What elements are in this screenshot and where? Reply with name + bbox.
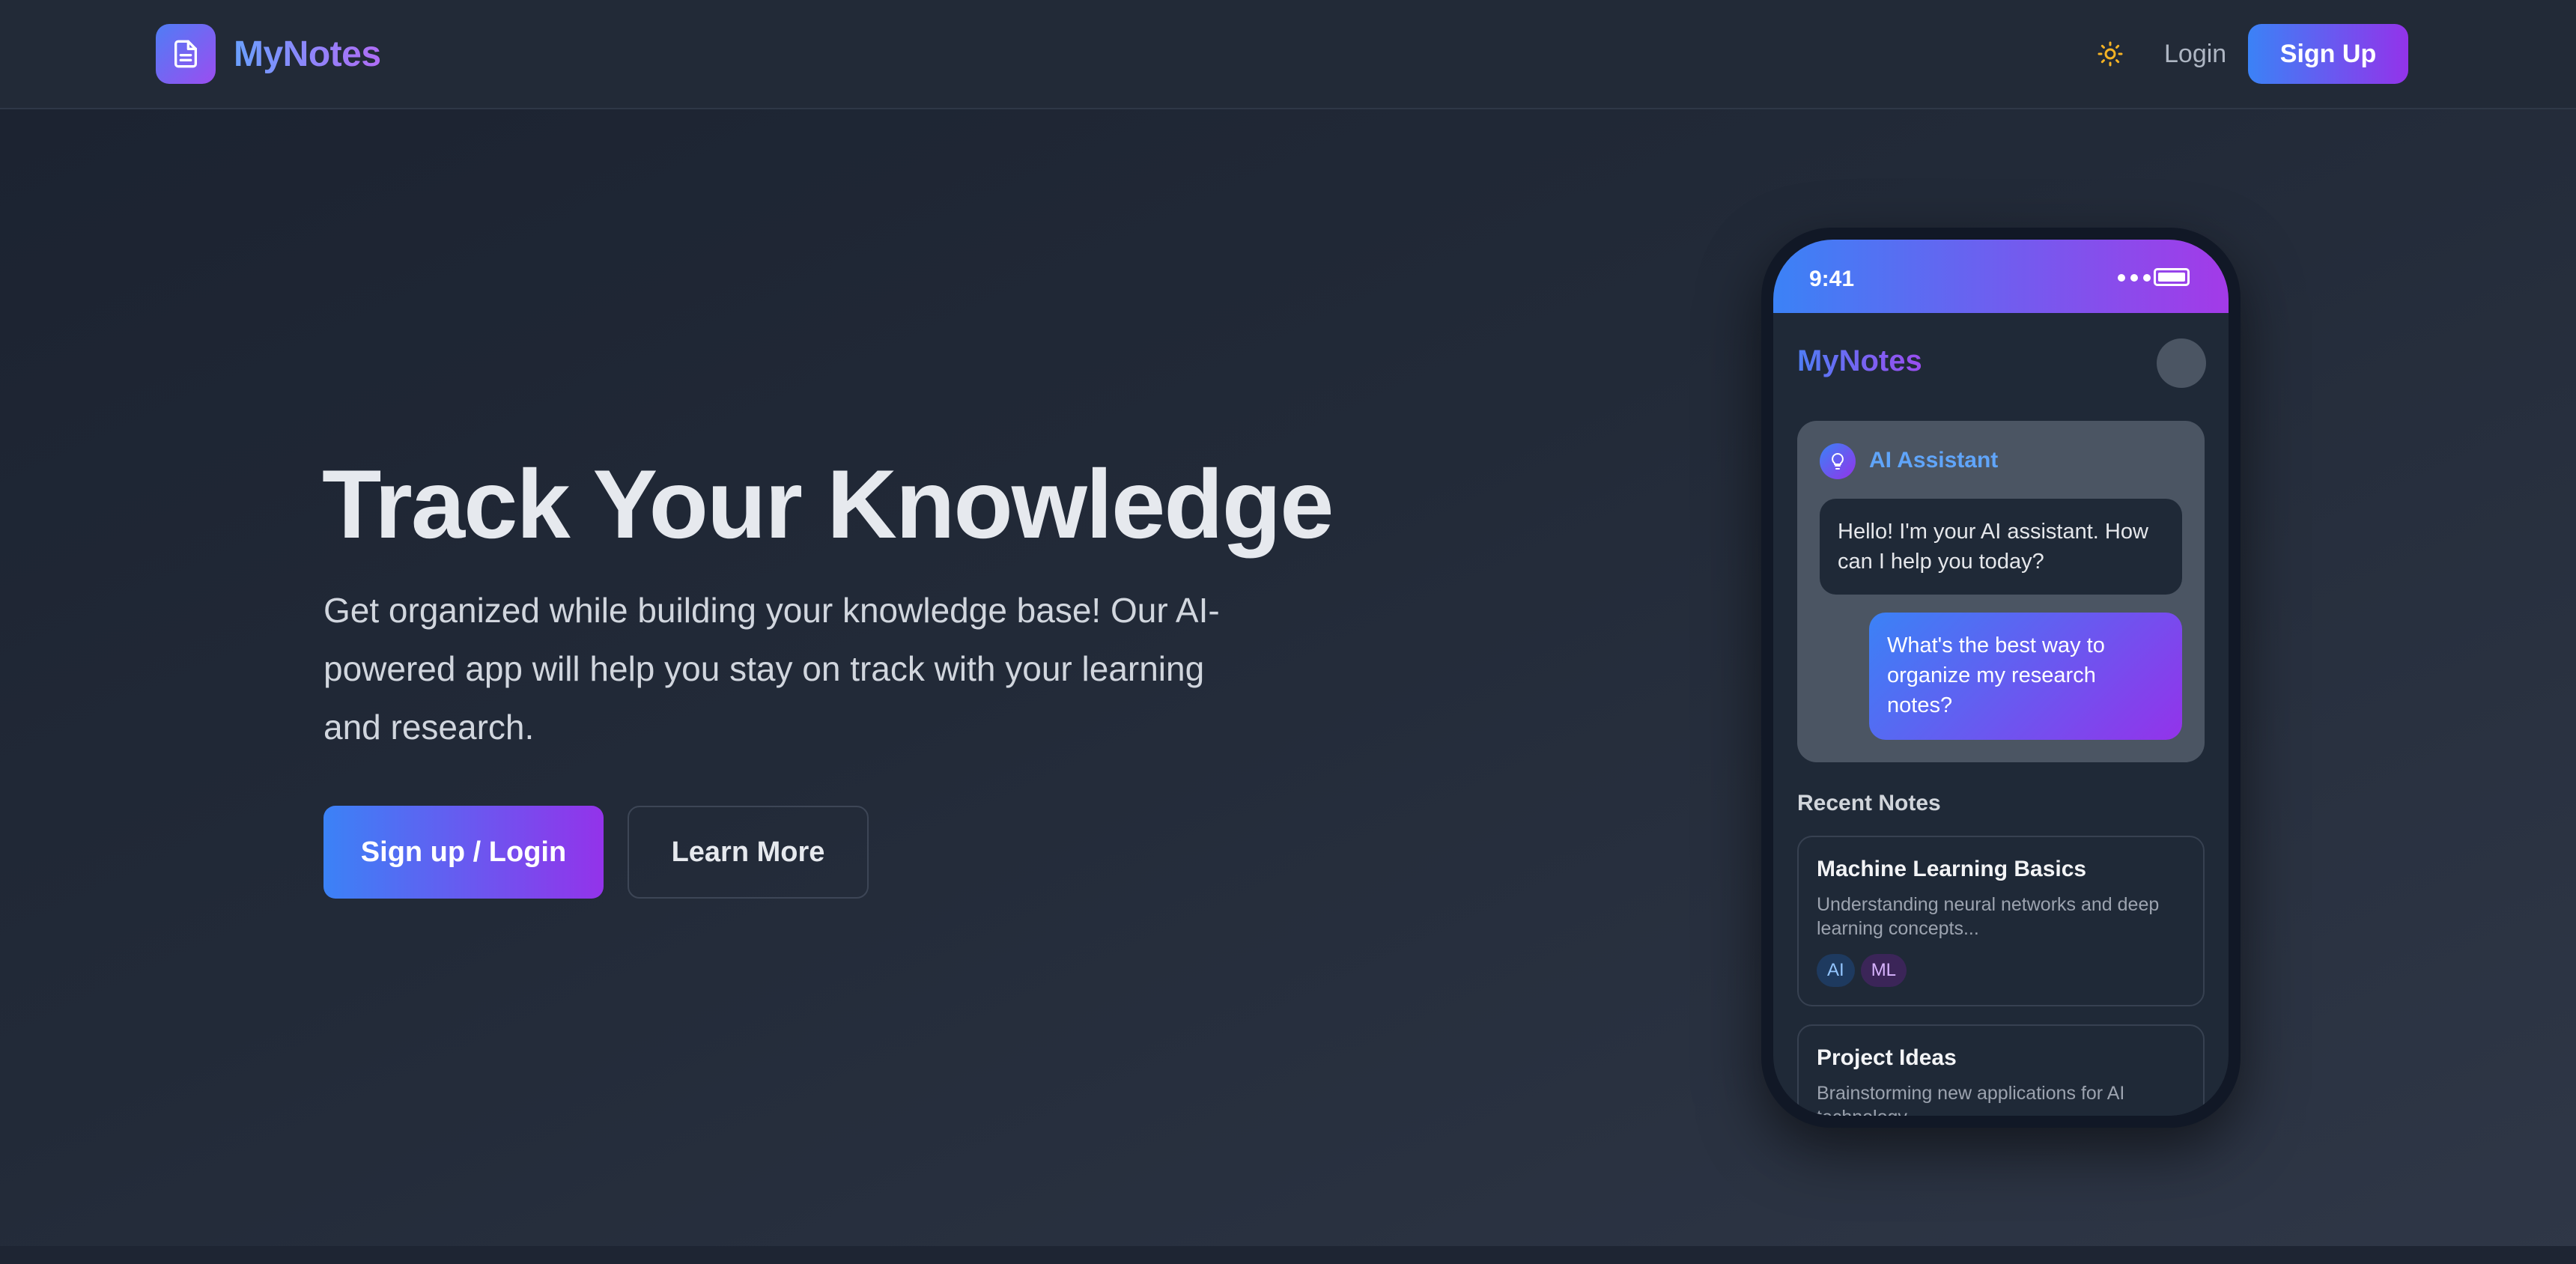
battery-icon <box>2154 268 2190 286</box>
ai-assistant-card: AI Assistant Hello! I'm your AI assistan… <box>1797 421 2205 762</box>
theme-toggle-button[interactable] <box>2094 37 2127 70</box>
status-time: 9:41 <box>1809 267 1855 291</box>
sun-icon <box>2097 41 2123 67</box>
signal-dots-icon <box>2118 274 2151 282</box>
note-tags: AI ML <box>1817 954 2185 987</box>
phone-mockup: 9:41 MyNotes AI Assistant Hello! I'm you… <box>1761 228 2241 1128</box>
signup-button[interactable]: Sign Up <box>2248 24 2408 84</box>
phone-status-bar: 9:41 <box>1773 240 2229 313</box>
tag-ml[interactable]: ML <box>1860 954 1907 987</box>
page-footer-edge <box>0 1246 2576 1264</box>
note-card[interactable]: Machine Learning Basics Understanding ne… <box>1797 836 2205 1006</box>
hero-title: Track Your Knowledge <box>322 449 1334 559</box>
top-nav: MyNotes Login Sign Up <box>0 0 2576 109</box>
note-card[interactable]: Project Ideas Brainstorming new applicat… <box>1797 1024 2205 1116</box>
recent-notes-heading: Recent Notes <box>1797 791 1941 815</box>
landing-page: MyNotes Login Sign Up Track Your Knowled… <box>0 0 2576 1264</box>
ai-assistant-label: AI Assistant <box>1869 448 1999 473</box>
note-snippet: Brainstorming new applications for AI te… <box>1817 1083 2125 1116</box>
login-link[interactable]: Login <box>2164 36 2226 72</box>
learn-more-button[interactable]: Learn More <box>628 806 869 899</box>
avatar[interactable] <box>2157 338 2206 388</box>
note-title: Project Ideas <box>1817 1045 1957 1070</box>
note-snippet: Understanding neural networks and deep l… <box>1817 894 2160 939</box>
signup-login-button[interactable]: Sign up / Login <box>323 806 604 899</box>
tag-ai[interactable]: AI <box>1817 954 1855 987</box>
lightbulb-icon <box>1820 443 1856 479</box>
phone-app-title: MyNotes <box>1797 344 1922 377</box>
note-title: Machine Learning Basics <box>1817 857 2087 881</box>
user-message-bubble: What's the best way to organize my resea… <box>1869 613 2182 740</box>
brand[interactable]: MyNotes <box>156 24 381 84</box>
brand-name: MyNotes <box>234 34 381 74</box>
ai-message-bubble: Hello! I'm your AI assistant. How can I … <box>1820 499 2182 595</box>
document-icon <box>156 24 216 84</box>
phone-screen: 9:41 MyNotes AI Assistant Hello! I'm you… <box>1773 240 2229 1116</box>
hero-subtitle: Get organized while building your knowle… <box>323 591 1220 747</box>
